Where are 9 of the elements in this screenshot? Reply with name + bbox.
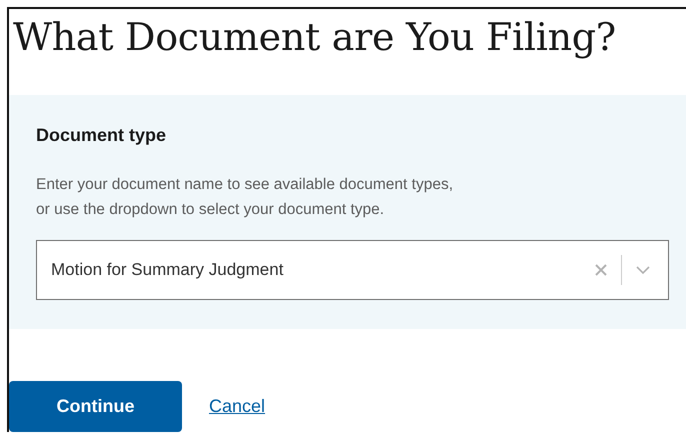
chevron-down-icon[interactable] <box>636 266 650 274</box>
field-hint: Enter your document name to see available document types, or use the dropdown to select your document type. <box>36 174 454 220</box>
cancel-link[interactable]: Cancel <box>209 396 266 417</box>
select-value: Motion for Summary Judgment <box>51 260 284 280</box>
clear-icon[interactable] <box>595 264 607 276</box>
document-type-select[interactable]: Motion for Summary Judgment <box>36 240 669 300</box>
field-label: Document type <box>36 124 168 146</box>
page-heading: What Document are You Filing? <box>12 14 617 61</box>
continue-button[interactable]: Continue <box>9 380 182 432</box>
